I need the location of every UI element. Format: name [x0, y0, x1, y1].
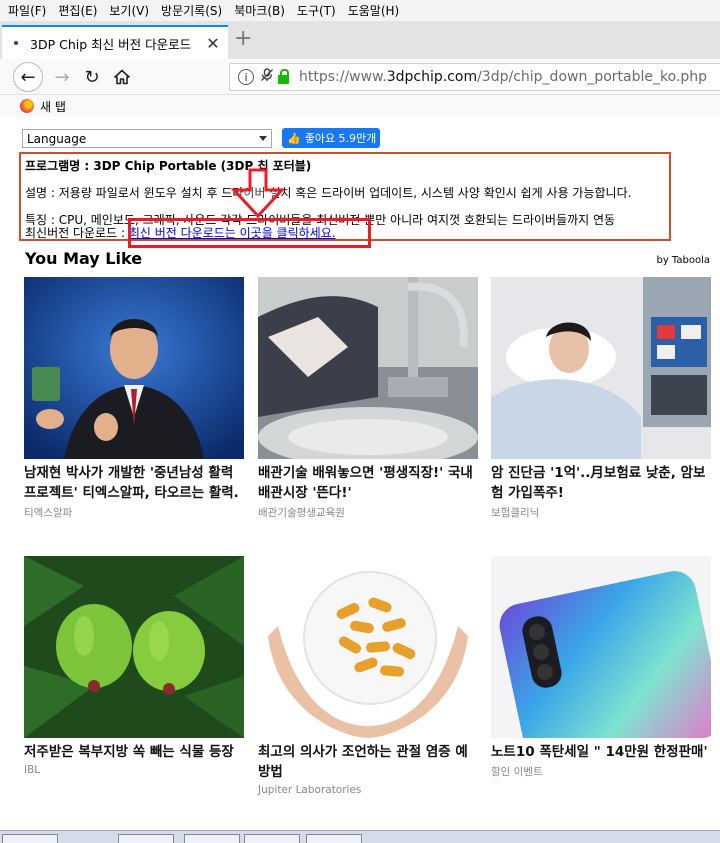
down-arrow-icon [230, 168, 286, 218]
chevron-down-icon [259, 136, 267, 141]
tab-close-icon[interactable]: ✕ [204, 34, 222, 53]
taskbar-item[interactable] [306, 834, 362, 843]
bookmark-new-tab[interactable]: 새 탭 [40, 98, 66, 115]
tab-strip: 3DP Chip 최신 버전 다운로드 ✕ + [0, 22, 720, 59]
ad-source: 보험클리닉 [491, 507, 540, 519]
tab-title: 3DP Chip 최신 버전 다운로드 [30, 36, 192, 52]
you-may-like-heading: You May Like [25, 249, 143, 268]
language-select-value: Language [27, 131, 87, 146]
language-select[interactable]: Language [22, 129, 272, 148]
taskbar-item[interactable] [184, 834, 240, 843]
fb-like-count: 좋아요 5.9만개 [304, 132, 377, 145]
ad-headline[interactable]: 남재현 박사가 개발한 '중년남성 활력 프로젝트' 티엑스알파, 타오르는 활… [24, 463, 244, 503]
ad-source: 할인 이벤트 [491, 766, 543, 778]
ad-card[interactable]: 노트10 폭탄세일 " 14만원 한정판매' 할인 이벤트 [491, 556, 711, 779]
taskbar-item[interactable] [118, 834, 174, 843]
ad-card[interactable]: 암 진단금 '1억'..月보험료 낮춘, 암보험 가입폭주! 보험클리닉 [491, 277, 711, 520]
taskbar [0, 830, 720, 843]
menu-edit[interactable]: 편집(E) [58, 2, 97, 19]
program-description: 설명 : 저용량 파일로서 윈도우 설치 후 드라이버 설치 혹은 드라이버 업… [25, 186, 632, 200]
thumbs-up-icon: 👍 [287, 131, 301, 145]
nav-bar: ← → ↻ i https://www.3dpchip.com/3dp/chip… [0, 59, 720, 95]
ad-image[interactable] [258, 556, 478, 738]
ad-image[interactable] [24, 556, 244, 738]
mic-blocked-icon [261, 68, 273, 81]
forward-button[interactable]: → [47, 62, 77, 92]
menu-help[interactable]: 도움말(H) [348, 2, 400, 19]
home-button[interactable] [107, 62, 137, 92]
menu-file[interactable]: 파일(F) [8, 2, 46, 19]
tab-favicon-icon [14, 41, 18, 45]
ad-source: 티엑스알파 [24, 507, 73, 519]
new-tab-button[interactable]: + [234, 26, 252, 51]
ad-headline[interactable]: 최고의 의사가 조언하는 관절 염증 예방법 [258, 742, 478, 782]
ad-headline[interactable]: 저주받은 복부지방 쏙 빼는 식물 등장 [24, 742, 244, 762]
ad-source: IBL [24, 764, 41, 776]
ad-image[interactable] [491, 556, 711, 738]
menu-history[interactable]: 방문기록(S) [161, 2, 222, 19]
info-icon[interactable]: i [238, 69, 254, 85]
home-icon [114, 69, 130, 85]
ad-headline[interactable]: 노트10 폭탄세일 " 14만원 한정판매' [491, 742, 711, 762]
menu-view[interactable]: 보기(V) [109, 2, 149, 19]
ad-image[interactable] [258, 277, 478, 459]
back-button[interactable]: ← [13, 62, 43, 92]
highlight-box [128, 218, 371, 248]
tab-active[interactable]: 3DP Chip 최신 버전 다운로드 ✕ [2, 25, 228, 59]
ad-card[interactable]: 남재현 박사가 개발한 '중년남성 활력 프로젝트' 티엑스알파, 타오르는 활… [24, 277, 244, 520]
firefox-icon [20, 99, 34, 113]
menu-bookmarks[interactable]: 북마크(B) [234, 2, 285, 19]
facebook-like-button[interactable]: 👍 좋아요 5.9만개 [282, 128, 380, 148]
lock-icon [278, 68, 289, 84]
address-bar[interactable]: i https://www.3dpchip.com/3dp/chip_down_… [229, 63, 720, 91]
taskbar-item[interactable] [2, 834, 58, 843]
ad-card[interactable]: 최고의 의사가 조언하는 관절 염증 예방법 Jupiter Laborator… [258, 556, 478, 796]
taboola-attribution[interactable]: by Taboola [656, 255, 710, 266]
ad-source: 배관기술평생교육원 [258, 507, 345, 519]
web-page: Language 👍 좋아요 5.9만개 프로그램명 : 3DP Chip Po… [0, 118, 720, 830]
ad-source: Jupiter Laboratories [258, 784, 362, 796]
reload-button[interactable]: ↻ [77, 62, 107, 92]
ad-image[interactable] [24, 277, 244, 459]
menu-bar: 파일(F) 편집(E) 보기(V) 방문기록(S) 북마크(B) 도구(T) 도… [0, 0, 720, 22]
browser-window: 파일(F) 편집(E) 보기(V) 방문기록(S) 북마크(B) 도구(T) 도… [0, 0, 720, 843]
url-text[interactable]: https://www.3dpchip.com/3dp/chip_down_po… [299, 69, 707, 85]
menu-tools[interactable]: 도구(T) [297, 2, 336, 19]
taskbar-item[interactable] [244, 834, 300, 843]
ad-card[interactable]: 저주받은 복부지방 쏙 빼는 식물 등장 IBL [24, 556, 244, 776]
ad-headline[interactable]: 배관기술 배워놓으면 '평생직장!' 국내 배관시장 '뜬다!' [258, 463, 478, 503]
permissions-icon[interactable] [260, 68, 274, 86]
ad-card[interactable]: 배관기술 배워놓으면 '평생직장!' 국내 배관시장 '뜬다!' 배관기술평생교… [258, 277, 478, 520]
bookmarks-bar: 새 탭 [0, 95, 720, 117]
download-label: 최신버전 다운로드 : [25, 226, 129, 240]
ad-image[interactable] [491, 277, 711, 459]
ad-headline[interactable]: 암 진단금 '1억'..月보험료 낮춘, 암보험 가입폭주! [491, 463, 711, 503]
